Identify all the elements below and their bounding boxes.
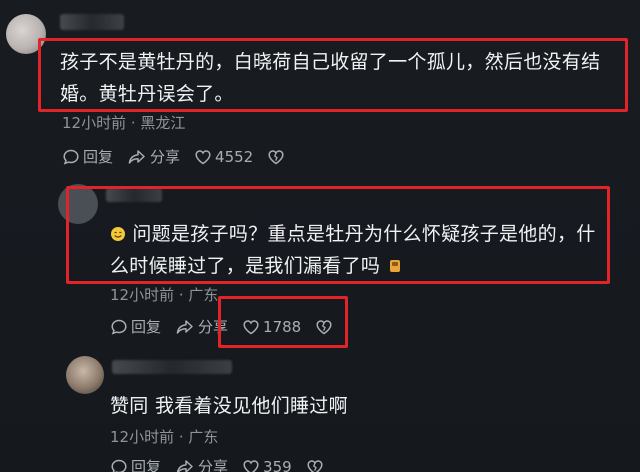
- share-label: 分享: [198, 458, 229, 472]
- smile-emoji-icon: [111, 227, 125, 241]
- comment-line-text: 问题是孩子吗？重点是牡丹为什么怀疑孩子是他的，什: [132, 223, 596, 245]
- comment-text: 赞同 我看着没见他们睡过啊: [110, 390, 348, 422]
- reply-label: 回复: [131, 318, 162, 336]
- reply-button[interactable]: 回复: [110, 316, 161, 337]
- dislike-button[interactable]: [306, 458, 327, 472]
- username-blurred[interactable]: [106, 188, 162, 202]
- broken-heart-icon: [316, 319, 332, 334]
- comment-meta: 12小时前 · 广东: [110, 428, 219, 446]
- comment-line-text: 么时候睡过了，是我们漏看了吗: [110, 255, 381, 277]
- share-button[interactable]: 分享: [175, 316, 228, 337]
- emoji-icon: [389, 260, 400, 272]
- like-button[interactable]: 359: [242, 458, 292, 472]
- reply-icon: [111, 459, 127, 472]
- broken-heart-icon: [307, 459, 323, 472]
- comment-line: 孩子不是黄牡丹的，白晓荷自己收留了一个孤儿，然后也没有结: [60, 51, 601, 73]
- username-blurred[interactable]: [112, 360, 232, 374]
- dislike-button[interactable]: [315, 318, 336, 336]
- heart-icon: [195, 149, 211, 164]
- comment-actions: 回复 分享 359: [110, 456, 341, 472]
- reply-button[interactable]: 回复: [62, 146, 113, 167]
- comment-actions: 回复 分享 1788: [110, 316, 350, 337]
- share-icon: [176, 319, 193, 334]
- comment-line: 赞同 我看着没见他们睡过啊: [110, 395, 348, 417]
- share-label: 分享: [198, 318, 229, 336]
- share-button[interactable]: 分享: [127, 146, 180, 167]
- dislike-button[interactable]: [267, 148, 288, 166]
- comment-line: 问题是孩子吗？重点是牡丹为什么怀疑孩子是他的，什: [110, 218, 596, 250]
- comment-text: 孩子不是黄牡丹的，白晓荷自己收留了一个孤儿，然后也没有结 婚。黄牡丹误会了。: [60, 46, 600, 110]
- like-button[interactable]: 1788: [242, 318, 301, 336]
- comment-line: 婚。黄牡丹误会了。: [60, 83, 234, 105]
- comment-thread: 孩子不是黄牡丹的，白晓荷自己收留了一个孤儿，然后也没有结 婚。黄牡丹误会了。 1…: [0, 0, 640, 472]
- share-label: 分享: [150, 148, 181, 166]
- reply-label: 回复: [83, 148, 114, 166]
- share-icon: [176, 459, 193, 472]
- like-button[interactable]: 4552: [194, 148, 253, 166]
- reply-icon: [111, 319, 127, 335]
- share-icon: [128, 149, 145, 164]
- reply-label: 回复: [131, 458, 162, 472]
- heart-icon: [243, 319, 259, 334]
- like-count: 359: [263, 457, 292, 472]
- comment-text: 问题是孩子吗？重点是牡丹为什么怀疑孩子是他的，什 么时候睡过了，是我们漏看了吗: [110, 218, 596, 282]
- username-blurred[interactable]: [60, 14, 124, 30]
- like-count: 4552: [215, 147, 254, 166]
- comment-line: 么时候睡过了，是我们漏看了吗: [110, 250, 596, 282]
- comment-meta: 12小时前 · 黑龙江: [62, 114, 186, 132]
- avatar[interactable]: [58, 184, 98, 224]
- avatar[interactable]: [6, 14, 46, 54]
- like-count: 1788: [263, 317, 302, 336]
- broken-heart-icon: [268, 149, 284, 164]
- reply-button[interactable]: 回复: [110, 456, 161, 472]
- comment-meta: 12小时前 · 广东: [110, 286, 219, 304]
- heart-icon: [243, 459, 259, 472]
- reply-icon: [63, 149, 79, 165]
- share-button[interactable]: 分享: [175, 456, 228, 472]
- comment-actions: 回复 分享 4552: [62, 146, 302, 167]
- avatar[interactable]: [66, 356, 104, 394]
